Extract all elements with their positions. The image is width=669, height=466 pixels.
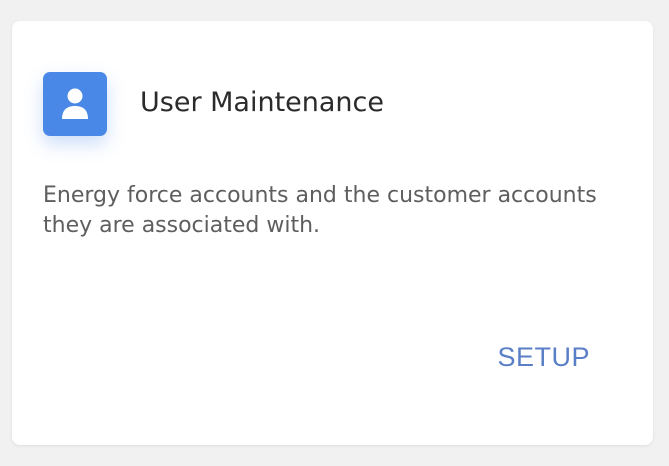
card-description: Energy force accounts and the customer a…	[43, 183, 597, 238]
user-icon-tile	[43, 72, 107, 136]
user-maintenance-card: User Maintenance Energy force accounts a…	[12, 21, 653, 445]
setup-button[interactable]: SETUP	[497, 339, 590, 375]
card-title: User Maintenance	[140, 87, 385, 118]
user-icon	[60, 87, 90, 121]
